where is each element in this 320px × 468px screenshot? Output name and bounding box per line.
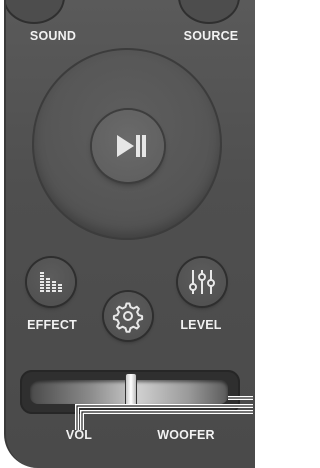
woofer-label: WOOFER <box>157 428 215 442</box>
sound-button[interactable] <box>6 0 65 24</box>
settings-button[interactable] <box>104 292 152 340</box>
play-pause-button[interactable] <box>92 110 164 182</box>
slider-thumb[interactable] <box>126 374 136 408</box>
level-label: LEVEL <box>180 318 222 332</box>
sound-label: SOUND <box>29 29 77 43</box>
effect-button[interactable] <box>27 258 75 306</box>
navigation-ring[interactable] <box>32 48 222 240</box>
source-label: SOURCE <box>183 29 239 43</box>
vol-label: VOL <box>65 428 93 442</box>
effect-label: EFFECT <box>27 318 77 332</box>
vol-woofer-slider[interactable] <box>20 370 240 414</box>
level-button[interactable] <box>178 258 226 306</box>
remote-control: SOUND SOURCE EFFECT LEVEL VOL WOOFER <box>4 0 255 468</box>
vertical-sliders-icon <box>189 270 215 294</box>
equalizer-bars-icon <box>40 272 62 292</box>
play-pause-icon <box>117 135 146 157</box>
gear-icon <box>112 302 144 333</box>
slider-track <box>30 374 228 408</box>
source-button[interactable] <box>178 0 240 24</box>
